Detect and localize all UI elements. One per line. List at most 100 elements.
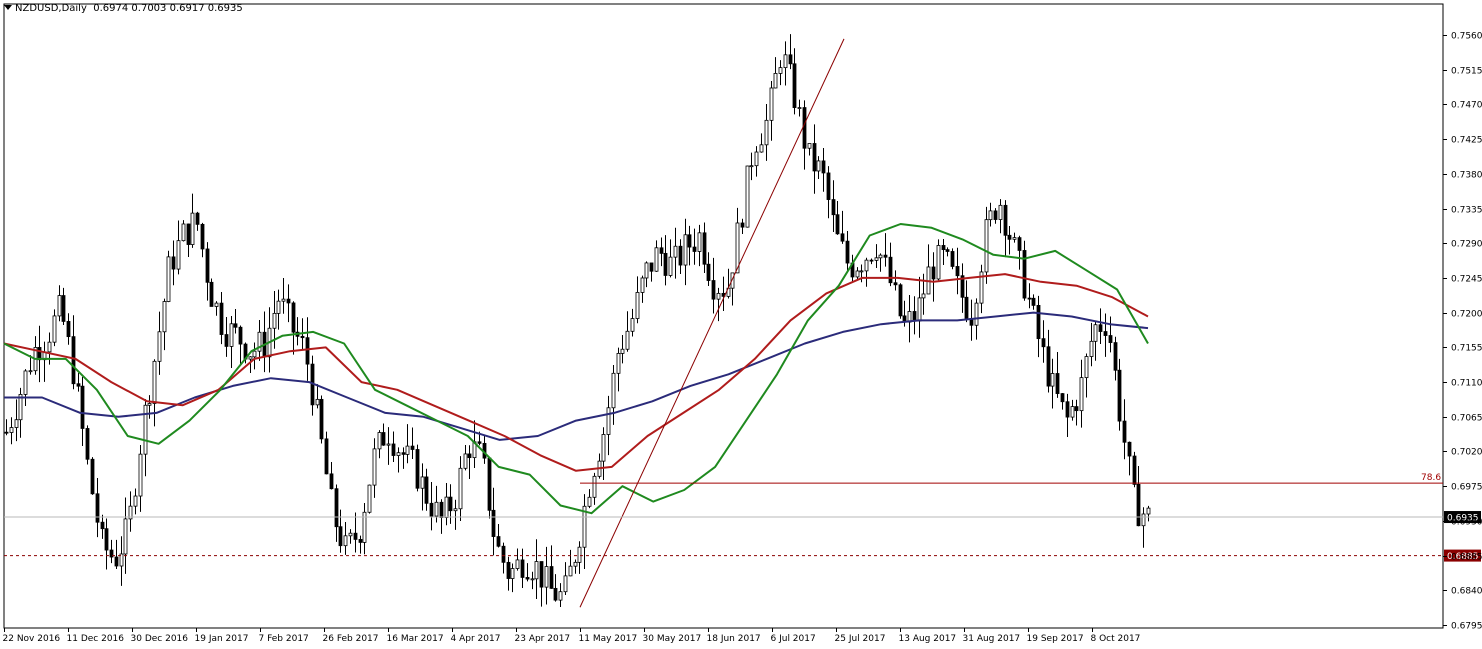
price-chart[interactable]: 78.60.69350.6885 0.7560 0.7515 0.7470 0.742… xyxy=(0,0,1482,649)
candle-body xyxy=(950,251,955,267)
x-tick-label: 11 May 2017 xyxy=(579,634,638,644)
x-tick-label: 25 Jul 2017 xyxy=(835,634,886,644)
candle-body xyxy=(1098,324,1103,332)
candle-body xyxy=(1046,346,1051,387)
candle-body xyxy=(377,432,382,450)
candle-body xyxy=(878,254,883,259)
candle-body xyxy=(324,438,329,475)
candle-body xyxy=(573,561,578,567)
candle-body xyxy=(80,385,85,429)
candle-body xyxy=(840,233,845,242)
candle-body xyxy=(453,508,458,512)
x-tick-label: 6 Jul 2017 xyxy=(771,634,816,644)
candle-body xyxy=(334,488,339,528)
candle-body xyxy=(534,561,539,580)
candle-body xyxy=(272,312,277,329)
candle-body xyxy=(1012,237,1017,240)
candle-body xyxy=(869,259,874,262)
candle-body xyxy=(993,210,998,220)
candle-body xyxy=(921,293,926,299)
candle-body xyxy=(205,248,210,283)
candle-body xyxy=(807,143,812,149)
x-tick-label: 8 Oct 2017 xyxy=(1091,634,1141,644)
candle-body xyxy=(424,476,429,504)
y-tick-label: 0.7515 xyxy=(1451,67,1482,77)
candle-body xyxy=(625,330,630,350)
candle-body xyxy=(821,160,826,174)
candle-body xyxy=(291,302,296,333)
candle-body xyxy=(606,407,611,435)
candle-body xyxy=(114,556,119,567)
candle-body xyxy=(630,318,635,332)
y-tick-label: 0.7425 xyxy=(1451,136,1482,146)
candle-body xyxy=(1146,507,1151,515)
candle-body xyxy=(1036,305,1041,340)
fib-level-label: 78.6 xyxy=(1421,473,1441,483)
candle-body xyxy=(1093,324,1098,342)
candle-body xyxy=(654,247,659,272)
y-tick-label: 0.7335 xyxy=(1451,206,1482,216)
candle-body xyxy=(883,254,888,258)
candle-body xyxy=(186,223,191,245)
candle-body xyxy=(520,559,525,578)
candle-body xyxy=(76,383,81,387)
candle-body xyxy=(649,262,654,272)
candle-body xyxy=(1050,373,1055,387)
candle-body xyxy=(401,452,406,455)
candle-body xyxy=(1132,455,1137,485)
candle-body xyxy=(329,473,334,490)
candle-body xyxy=(434,501,439,517)
candle-body xyxy=(429,502,434,517)
candle-body xyxy=(162,301,167,333)
candle-body xyxy=(716,292,721,300)
candle-body xyxy=(71,336,76,385)
candle-body xyxy=(1141,513,1146,527)
candle-body xyxy=(1074,406,1079,412)
candle-body xyxy=(754,151,759,167)
candle-body xyxy=(936,245,941,280)
candle-body xyxy=(553,587,558,601)
candle-body xyxy=(745,165,750,228)
candle-body xyxy=(386,443,391,446)
candle-body xyxy=(506,561,511,579)
candle-body xyxy=(955,266,960,277)
candle-body xyxy=(1041,338,1046,348)
x-tick-label: 30 May 2017 xyxy=(643,634,702,644)
x-tick-label: 30 Dec 2016 xyxy=(131,634,189,644)
candle-body xyxy=(812,143,817,172)
candle-body xyxy=(945,249,950,252)
candle-body xyxy=(530,578,535,581)
candle-body xyxy=(931,266,936,280)
candle-body xyxy=(577,546,582,563)
candle-body xyxy=(687,234,692,248)
candle-body xyxy=(711,280,716,300)
candle-body xyxy=(611,372,616,409)
x-tick-label: 31 Aug 2017 xyxy=(963,634,1021,644)
candle-body xyxy=(190,212,195,245)
candle-body xyxy=(252,350,257,358)
candle-body xyxy=(47,341,52,353)
candle-body xyxy=(152,360,157,404)
x-tick-label: 19 Jan 2017 xyxy=(195,634,249,644)
candle-body xyxy=(984,219,989,273)
candle-body xyxy=(319,398,324,440)
candle-body xyxy=(338,526,343,547)
candle-body xyxy=(702,232,707,265)
x-tick-label: 23 Apr 2017 xyxy=(515,634,571,644)
candle-body xyxy=(147,403,152,406)
candle-body xyxy=(238,326,243,345)
candle-body xyxy=(157,331,162,362)
candle-body xyxy=(644,262,649,279)
candle-body xyxy=(1031,297,1036,306)
candle-body xyxy=(90,458,95,495)
candle-body xyxy=(864,259,869,272)
y-tick-label: 0.7020 xyxy=(1451,448,1482,458)
candle-body xyxy=(181,223,186,242)
candle-body xyxy=(759,144,764,153)
candle-body xyxy=(917,297,922,322)
y-tick-label: 0.7065 xyxy=(1451,414,1482,424)
candle-body xyxy=(300,335,305,339)
candle-body xyxy=(477,441,482,444)
y-tick-label: 0.7560 xyxy=(1451,32,1482,42)
candle-body xyxy=(487,457,492,511)
